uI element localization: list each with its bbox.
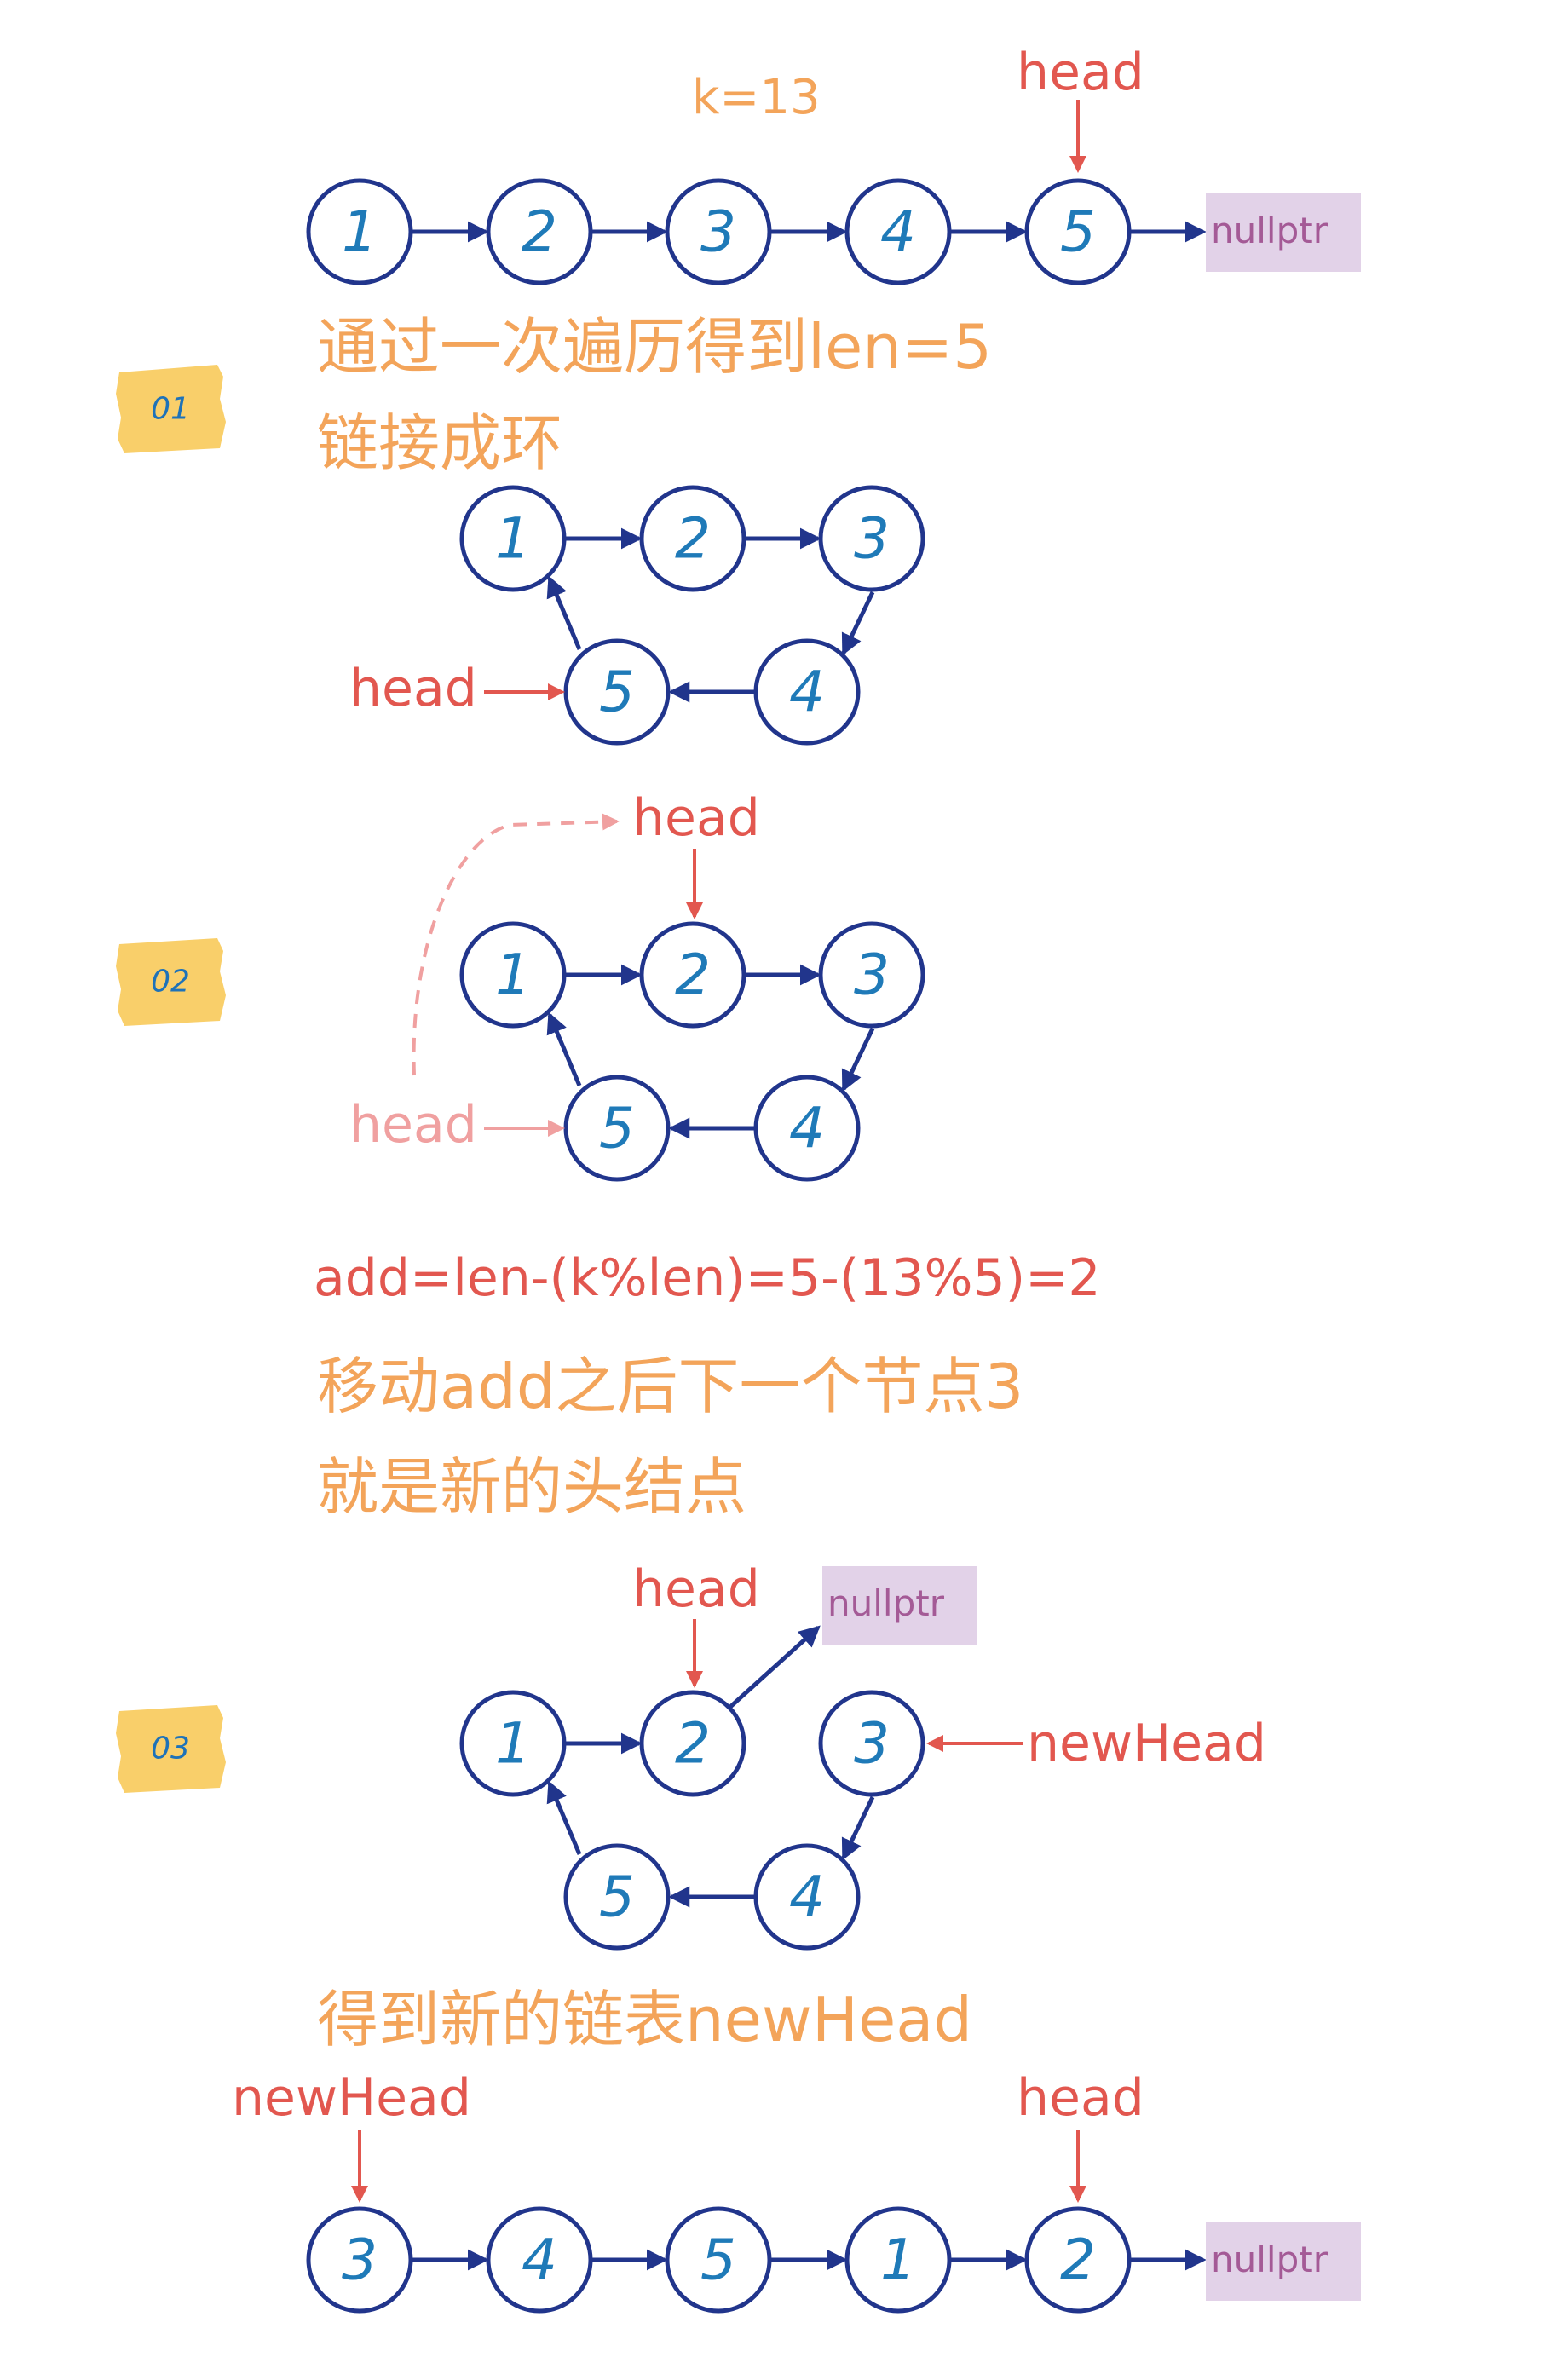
svg-text:nullptr: nullptr — [1211, 210, 1329, 251]
result-node: 2 — [1024, 2206, 1132, 2314]
svg-text:2: 2 — [675, 506, 711, 572]
ring-node: 3 — [818, 485, 925, 592]
ring-node: 2 — [639, 921, 746, 1029]
head-pointer: head — [1017, 2068, 1144, 2203]
result-node: 4 — [486, 2206, 593, 2314]
null-box: nullptr — [822, 1566, 977, 1645]
step1-line1: 通过一次遍历得到len=5 — [317, 311, 992, 383]
svg-text:1: 1 — [495, 506, 531, 572]
result-node: 3 — [306, 2206, 413, 2314]
svg-text:4: 4 — [789, 660, 825, 725]
head-pointer: head — [349, 659, 565, 718]
result-line: 得到新的链表newHead — [317, 1984, 972, 2055]
svg-text:2: 2 — [675, 942, 711, 1008]
linked-list-rotation-diagram: k=13 1 2 3 4 5 nullptr head 01 通过一次遍历得到l… — [116, 43, 1361, 2314]
svg-text:5: 5 — [599, 1864, 635, 1930]
svg-text:head: head — [632, 788, 760, 848]
step3-line1: 移动add之后下一个节点3 — [317, 1351, 1023, 1422]
svg-text:5: 5 — [1060, 199, 1096, 265]
ring-node: 1 — [459, 921, 567, 1029]
svg-text:head: head — [349, 1095, 477, 1155]
svg-text:5: 5 — [599, 660, 635, 725]
svg-text:1: 1 — [495, 942, 531, 1008]
ring-3: 1 2 3 4 5 — [459, 1625, 925, 1951]
svg-text:3: 3 — [700, 199, 736, 265]
ring-1: 1 2 3 4 5 — [459, 485, 925, 746]
head-pointer: head — [632, 1559, 760, 1688]
svg-text:nullptr: nullptr — [1211, 2239, 1329, 2280]
step1-line2: 链接成环 — [317, 407, 562, 479]
ring-node: 2 — [639, 485, 746, 592]
ring-node: 4 — [753, 638, 861, 746]
svg-text:01: 01 — [151, 392, 190, 427]
ring-node: 4 — [753, 1075, 861, 1182]
result-node: 1 — [844, 2206, 952, 2314]
head-pointer: head — [1017, 43, 1144, 173]
svg-text:1: 1 — [495, 1711, 531, 1777]
svg-text:2: 2 — [522, 199, 557, 265]
svg-text:2: 2 — [675, 1711, 711, 1777]
svg-text:1: 1 — [880, 2227, 916, 2293]
svg-text:4: 4 — [789, 1864, 825, 1930]
svg-text:1: 1 — [342, 199, 378, 265]
null-box: nullptr — [1206, 2222, 1361, 2301]
svg-text:5: 5 — [599, 1096, 635, 1161]
svg-text:newHead: newHead — [1027, 1714, 1266, 1773]
svg-text:head: head — [349, 659, 477, 718]
ring-node: 3 — [818, 1690, 925, 1797]
svg-text:3: 3 — [854, 1711, 890, 1777]
svg-text:02: 02 — [151, 965, 190, 1000]
ring-node: 3 — [818, 921, 925, 1029]
top-node: 2 — [486, 178, 593, 285]
ring-node: 1 — [459, 1690, 567, 1797]
top-node: 5 — [1024, 178, 1132, 285]
svg-text:4: 4 — [789, 1096, 825, 1161]
svg-text:2: 2 — [1060, 2227, 1096, 2293]
top-node: 1 — [306, 178, 413, 285]
badge-02: 02 — [116, 938, 226, 1026]
new-head-pointer: newHead — [926, 1714, 1266, 1773]
svg-text:03: 03 — [151, 1732, 190, 1766]
ring-node: 5 — [563, 1075, 671, 1182]
svg-text:head: head — [632, 1559, 760, 1619]
badge-01: 01 — [116, 365, 226, 453]
top-node: 3 — [665, 178, 772, 285]
ring-node: 5 — [563, 638, 671, 746]
svg-text:newHead: newHead — [232, 2068, 471, 2128]
svg-text:head: head — [1017, 43, 1144, 102]
badge-03: 03 — [116, 1705, 226, 1793]
svg-text:5: 5 — [700, 2227, 736, 2293]
head-pointer: head — [632, 788, 760, 919]
svg-text:3: 3 — [342, 2227, 378, 2293]
ring-node: 4 — [753, 1843, 861, 1951]
svg-text:4: 4 — [522, 2227, 557, 2293]
svg-text:3: 3 — [854, 506, 890, 572]
ring-node: 1 — [459, 485, 567, 592]
svg-text:3: 3 — [854, 942, 890, 1008]
step3-line2: 就是新的头结点 — [317, 1451, 746, 1523]
svg-text:head: head — [1017, 2068, 1144, 2128]
ring-2: 1 2 3 4 5 — [459, 921, 925, 1182]
result-node: 5 — [665, 2206, 772, 2314]
ring-node: 2 — [639, 1690, 746, 1797]
top-node: 4 — [844, 178, 952, 285]
svg-text:nullptr: nullptr — [827, 1582, 945, 1624]
k-label: k=13 — [692, 70, 821, 125]
new-head-pointer: newHead — [232, 2068, 471, 2203]
ring-node: 5 — [563, 1843, 671, 1951]
svg-text:4: 4 — [880, 199, 916, 265]
formula: add=len-(k%len)=5-(13%5)=2 — [314, 1248, 1101, 1308]
null-box: nullptr — [1206, 193, 1361, 272]
